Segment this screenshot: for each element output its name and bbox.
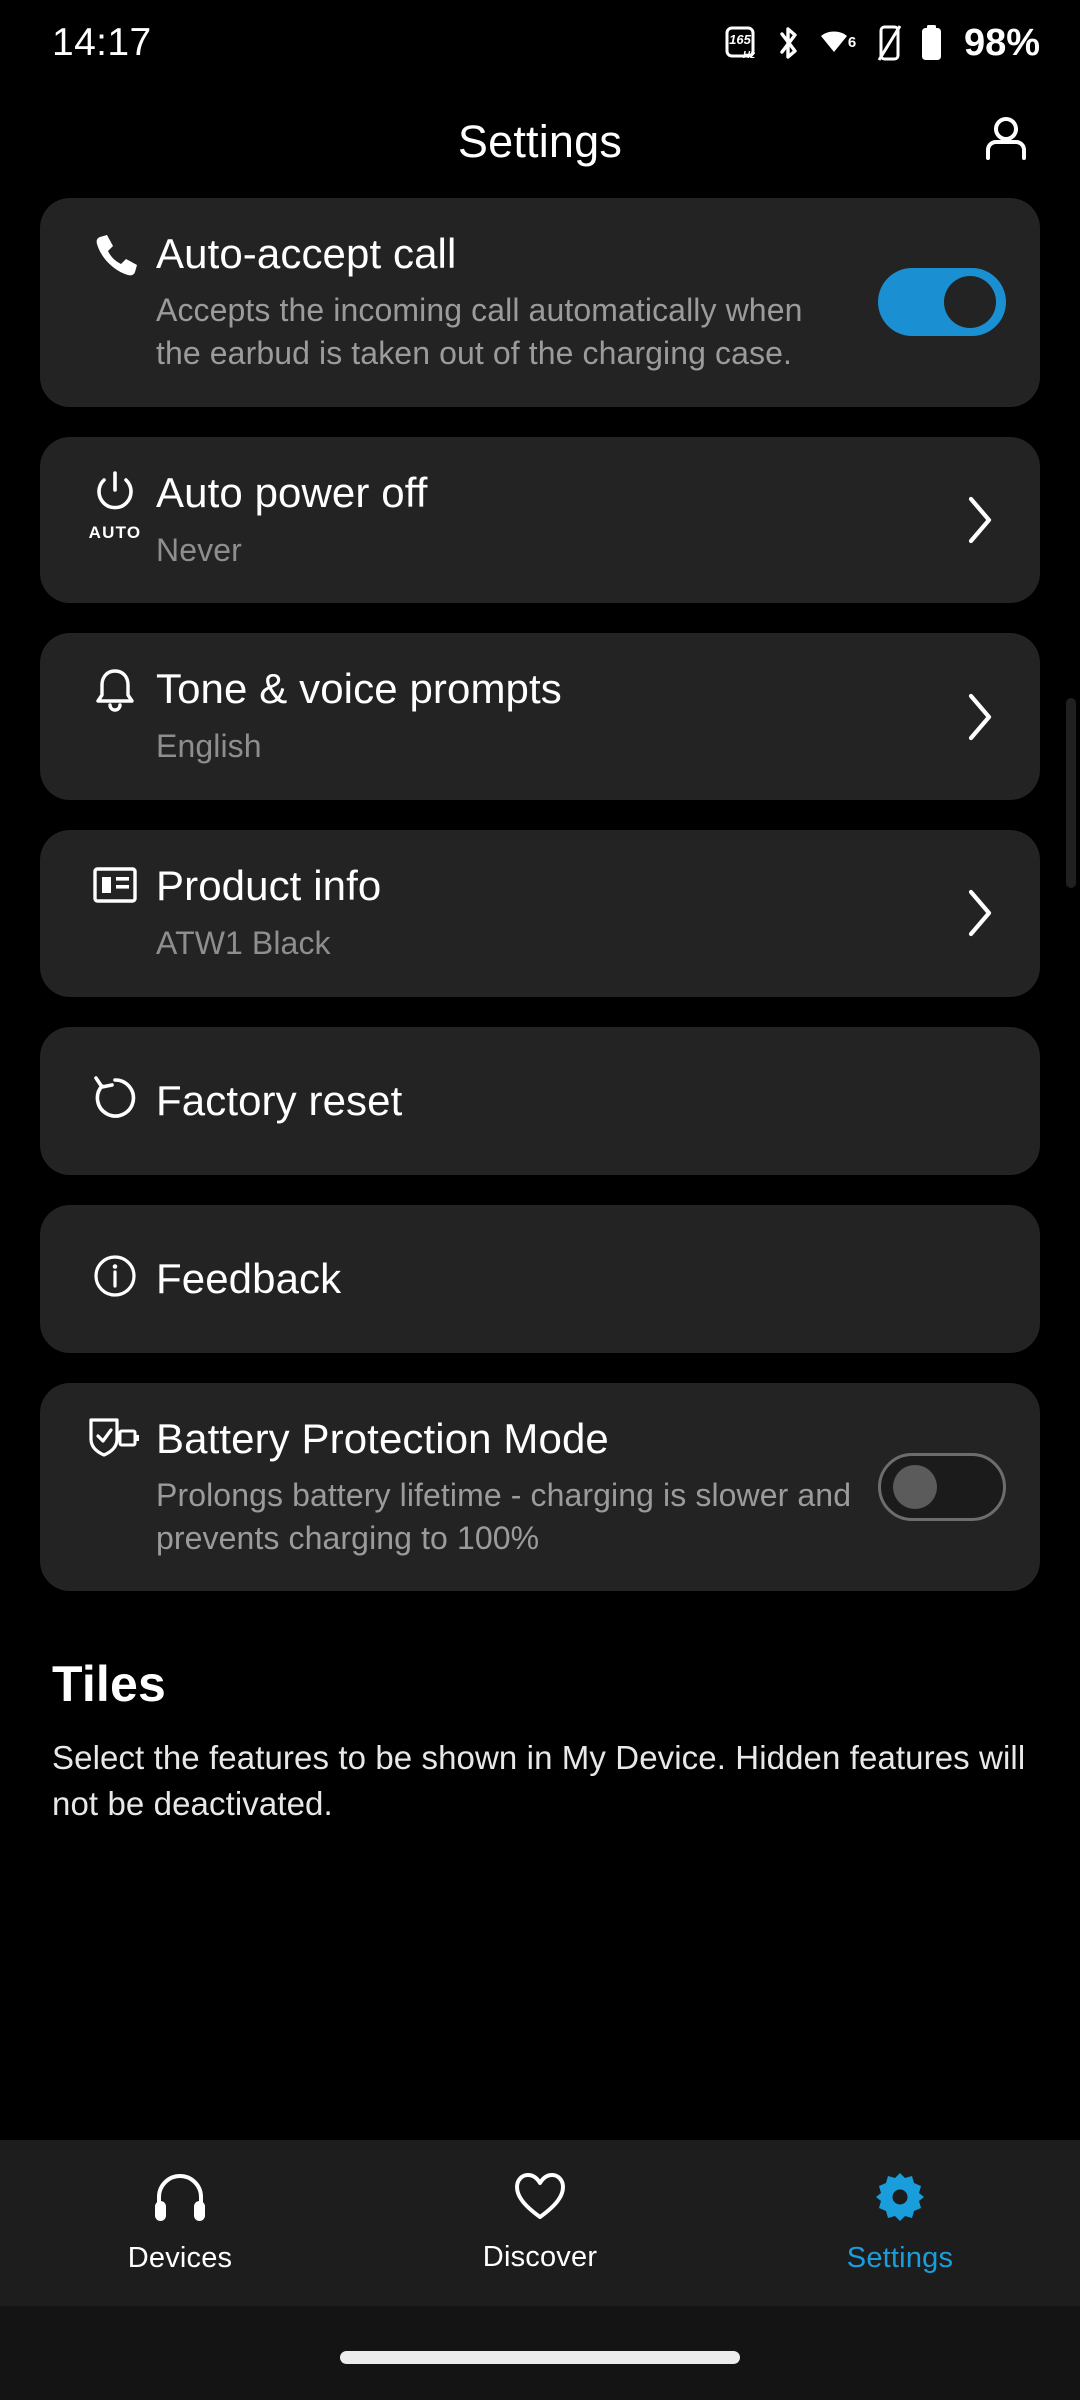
shield-battery-icon (89, 1417, 141, 1466)
tiles-section: Tiles Select the features to be shown in… (0, 1621, 1080, 1826)
app-header: Settings (0, 86, 1080, 198)
bell-icon-container (74, 665, 156, 718)
heart-icon (514, 2172, 566, 2227)
battery-protection-mode-toggle[interactable] (878, 1453, 1006, 1522)
setting-title: Battery Protection Mode (156, 1414, 609, 1462)
refresh-rate-165hz-icon: 165 Hz (725, 25, 759, 61)
power-auto-icon-label: AUTO (88, 522, 142, 542)
toggle-knob (944, 276, 996, 329)
phone-icon-container (74, 230, 156, 283)
nav-label-settings: Settings (846, 2242, 954, 2274)
setting-subtitle: Prolongs battery lifetime - charging is … (156, 1476, 852, 1556)
setting-value: Never (156, 531, 242, 568)
nav-item-settings[interactable]: Settings (720, 2171, 1080, 2275)
bottom-navigation: Devices Discover Settings (0, 2140, 1080, 2306)
setting-row-tone-voice-prompts[interactable]: Tone & voice prompts English (40, 633, 1040, 801)
article-icon-container (74, 862, 156, 911)
power-auto-icon (93, 470, 137, 520)
setting-value: English (156, 728, 262, 765)
setting-title: Auto power off (156, 468, 428, 516)
phone-icon (92, 232, 138, 283)
tiles-heading: Tiles (52, 1656, 167, 1713)
wifi-6-icon: 6 (819, 25, 859, 61)
gesture-home-bar[interactable] (340, 2351, 740, 2364)
account-button[interactable] (966, 102, 1046, 182)
setting-title: Feedback (156, 1255, 342, 1303)
scrollbar[interactable] (1066, 698, 1076, 888)
svg-text:6: 6 (848, 34, 856, 51)
article-icon (92, 864, 138, 911)
setting-row-auto-power-off[interactable]: AUTO Auto power off Never (40, 436, 1040, 604)
headphones-icon (153, 2171, 207, 2228)
gesture-nav-area (0, 2306, 1080, 2400)
setting-value: ATW1 Black (156, 925, 331, 962)
battery-icon (920, 24, 943, 62)
status-bar: 14:17 165 Hz 6 98% (0, 0, 1080, 86)
chevron-right-icon (954, 691, 1006, 743)
status-bar-clock: 14:17 (52, 21, 152, 64)
setting-title: Tone & voice prompts (156, 665, 562, 713)
chevron-right-icon (954, 887, 1006, 939)
setting-title: Factory reset (156, 1077, 403, 1125)
gear-icon (874, 2171, 926, 2228)
reset-icon-container (74, 1075, 156, 1126)
shield-battery-icon-container (74, 1415, 156, 1466)
setting-row-battery-protection-mode[interactable]: Battery Protection Mode Prolongs battery… (40, 1382, 1040, 1592)
info-circle-icon (92, 1253, 138, 1304)
tiles-description: Select the features to be shown in My De… (52, 1739, 1026, 1822)
power-auto-icon-container: AUTO (74, 469, 156, 543)
setting-title: Product info (156, 862, 382, 910)
toggle-knob (893, 1465, 937, 1510)
setting-row-auto-accept-call[interactable]: Auto-accept call Accepts the incoming ca… (40, 198, 1040, 407)
setting-row-product-info[interactable]: Product info ATW1 Black (40, 830, 1040, 997)
setting-row-factory-reset[interactable]: Factory reset (40, 1026, 1040, 1175)
setting-row-feedback[interactable]: Feedback (40, 1204, 1040, 1353)
nav-item-discover[interactable]: Discover (360, 2172, 720, 2274)
status-bar-icons: 165 Hz 6 98% (725, 22, 1040, 65)
nav-label-discover: Discover (482, 2241, 598, 2273)
nav-item-devices[interactable]: Devices (0, 2171, 360, 2275)
svg-text:Hz: Hz (743, 50, 755, 61)
bell-icon (93, 667, 137, 718)
person-icon (978, 112, 1034, 173)
chevron-right-icon (954, 494, 1006, 546)
auto-accept-call-toggle[interactable] (878, 268, 1006, 337)
info-circle-icon-container (74, 1253, 156, 1304)
battery-percentage: 98% (963, 21, 1040, 64)
reset-icon (92, 1075, 138, 1126)
settings-scroll-area[interactable]: Auto-accept call Accepts the incoming ca… (0, 198, 1080, 2140)
page-title: Settings (457, 116, 623, 167)
nav-label-devices: Devices (127, 2242, 233, 2274)
setting-title: Auto-accept call (156, 230, 457, 277)
bluetooth-icon (776, 24, 802, 62)
phone-screen: 14:17 165 Hz 6 98% Settings Auto-accept … (0, 0, 1080, 2400)
setting-subtitle: Accepts the incoming call automatically … (156, 292, 803, 371)
svg-text:165: 165 (729, 32, 751, 47)
vibrate-icon (876, 24, 903, 62)
